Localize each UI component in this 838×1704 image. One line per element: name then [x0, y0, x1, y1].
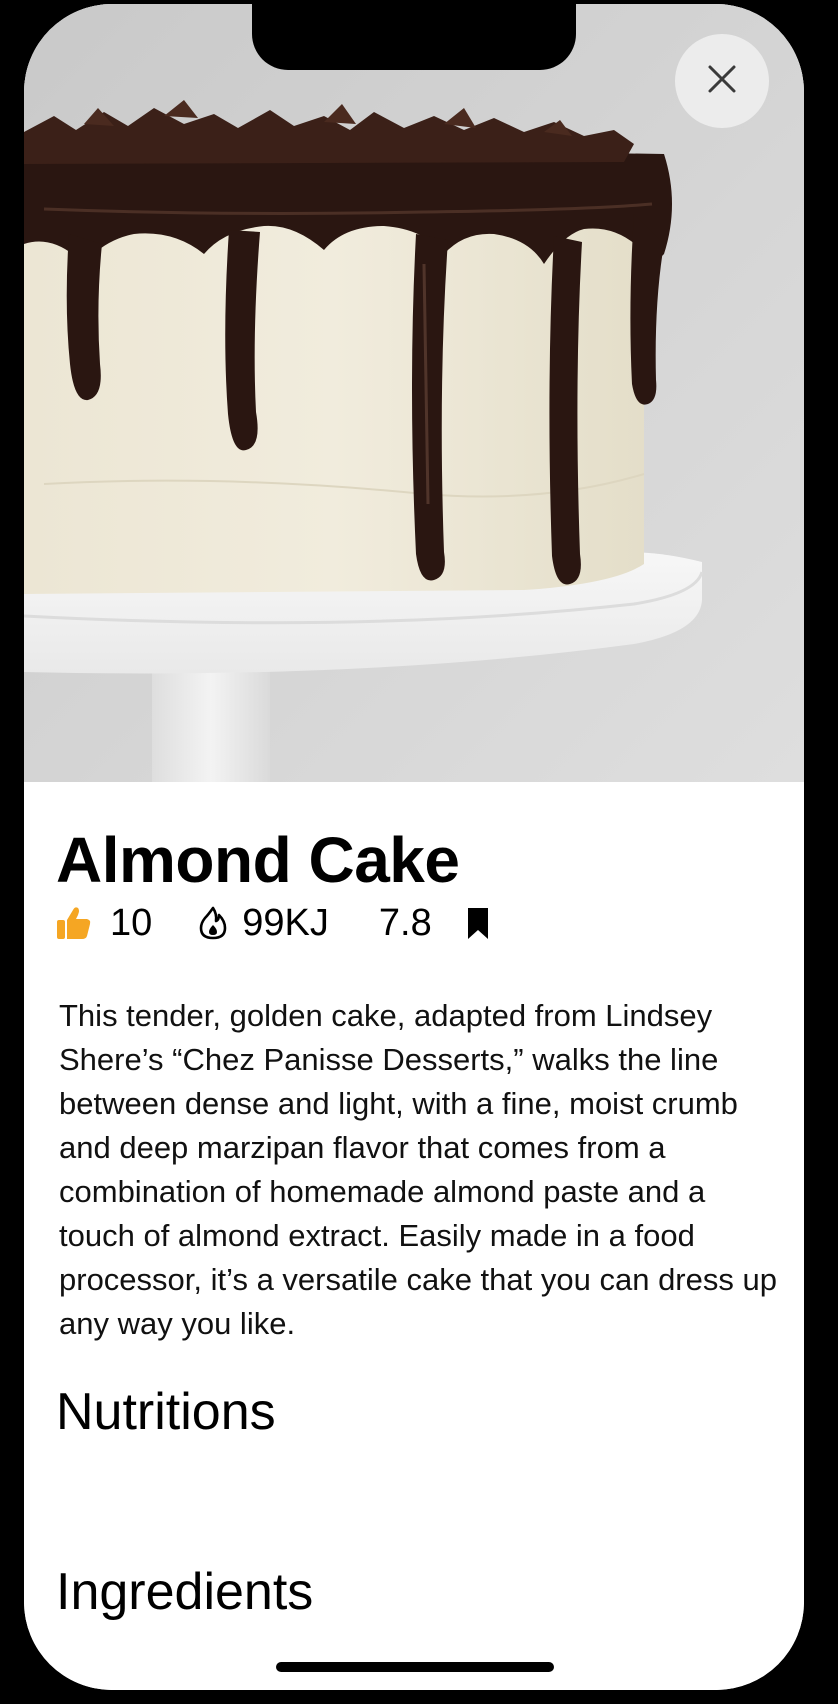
screen: Almond Cake 10 99KJ 7.8 This tender, gol… — [24, 4, 804, 1690]
nutritions-heading: Nutritions — [56, 1383, 276, 1441]
thumbs-up-icon — [56, 906, 92, 940]
energy-value: 99KJ — [242, 901, 329, 944]
notch — [252, 4, 576, 70]
recipe-title: Almond Cake — [56, 824, 460, 896]
flame-icon — [198, 906, 228, 940]
bookmark-button[interactable] — [466, 906, 490, 940]
ingredients-heading: Ingredients — [56, 1563, 314, 1621]
close-icon — [707, 64, 737, 99]
likes-stat[interactable]: 10 — [56, 902, 152, 945]
recipe-details: Almond Cake 10 99KJ 7.8 This tender, gol… — [24, 782, 804, 1690]
likes-count: 10 — [110, 901, 153, 944]
close-button[interactable] — [675, 34, 769, 128]
rating-value: 7.8 — [378, 901, 432, 944]
rating-stat: 7.8 — [379, 902, 432, 945]
bookmark-icon — [466, 906, 490, 940]
phone-frame: Almond Cake 10 99KJ 7.8 This tender, gol… — [0, 0, 838, 1704]
recipe-description: This tender, golden cake, adapted from L… — [59, 998, 777, 1341]
hero-image — [24, 4, 804, 782]
home-indicator[interactable] — [276, 1662, 554, 1672]
recipe-stats: 10 99KJ 7.8 — [56, 900, 490, 946]
energy-stat: 99KJ — [198, 902, 329, 945]
